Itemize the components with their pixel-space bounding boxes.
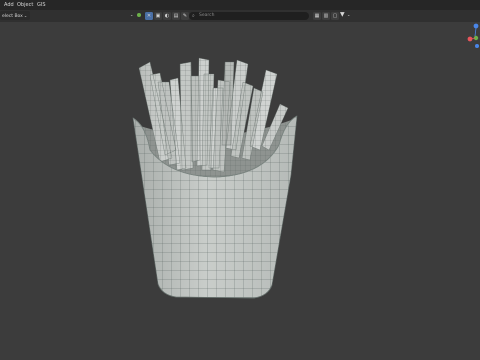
navigation-gizmo[interactable] xyxy=(466,22,480,52)
fries-model[interactable] xyxy=(0,22,480,360)
green-dot-icon[interactable] xyxy=(137,13,141,17)
select-box-icon[interactable]: ✕ xyxy=(145,11,153,20)
search-input[interactable]: ⌕ Search xyxy=(189,11,309,20)
menu-bar: Add Object GIS xyxy=(0,0,480,10)
menu-add[interactable]: Add xyxy=(4,0,14,10)
viewport-header: elect Box⌄ Global⌄ ⊘ ∿ ⋮⋮ ◎ ∧ ⌄ ✕ ▣ ◐ ▤ … xyxy=(0,10,480,22)
sphere-icon[interactable]: ◐ xyxy=(163,11,171,20)
chevron-down-icon: ⌄ xyxy=(23,13,28,18)
menu-object[interactable]: Object xyxy=(17,0,33,10)
overlay-icon[interactable]: ▥ xyxy=(322,11,330,20)
select-mode-label: elect Box xyxy=(2,14,23,19)
camera-icon[interactable]: ▤ xyxy=(172,11,180,20)
filter-chevron-icon[interactable]: ⌄ xyxy=(130,11,133,19)
collection-icon[interactable]: ▢ xyxy=(331,11,339,20)
light-icon[interactable]: ✎ xyxy=(181,11,189,20)
visibility-icon[interactable]: ▦ xyxy=(313,11,321,20)
cube-icon[interactable]: ▣ xyxy=(154,11,162,20)
gizmo-neg-z-icon xyxy=(475,44,479,48)
search-icon: ⌕ xyxy=(192,12,195,19)
gizmo-z-icon xyxy=(473,23,479,29)
filter-icon[interactable]: ▼ xyxy=(340,11,345,19)
filter-dropdown-chevron-icon[interactable]: ⌄ xyxy=(347,11,350,19)
viewport-3d[interactable] xyxy=(0,22,480,360)
select-mode-dropdown[interactable]: elect Box⌄ xyxy=(0,11,30,20)
search-placeholder: Search xyxy=(199,12,215,18)
menu-gis[interactable]: GIS xyxy=(37,0,46,10)
